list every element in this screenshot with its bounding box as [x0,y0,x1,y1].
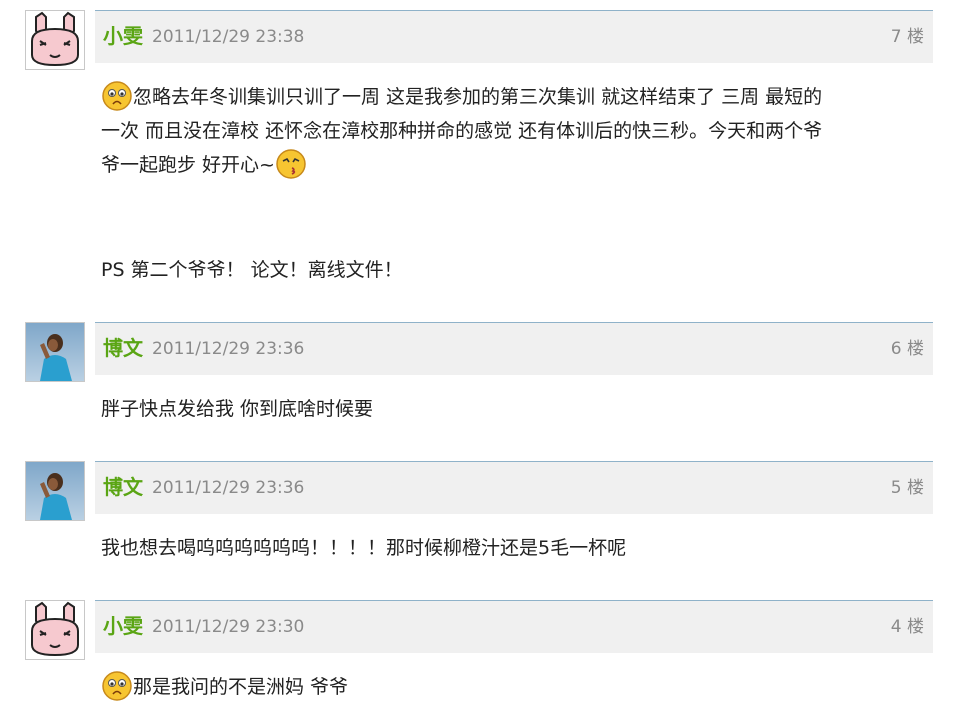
person-photo-icon [26,323,84,381]
comment-text: 那是我问的不是洲妈 爷爷 [133,676,349,698]
photo-avatar[interactable] [25,461,85,521]
rabbit-avatar[interactable] [25,600,85,660]
post-time: 2011/12/29 23:38 [152,27,305,47]
comment-body: 胖子快点发给我 你到底啥时候要 [101,392,921,426]
comment-body: 我也想去喝呜呜呜呜呜呜！！！！那时候柳橙汁还是5毛一杯呢 [101,531,921,565]
author-name[interactable]: 小雯 [103,614,143,638]
comment-text: 我也想去喝呜呜呜呜呜呜！！！！那时候柳橙汁还是5毛一杯呢 [101,537,627,559]
comment-text-line: 忽略去年冬训集训只训了一周 这是我参加的第三次集训 就这样结束了 三周 最短的 [133,86,823,108]
floor-number: 6 楼 [890,339,924,359]
author-name[interactable]: 博文 [103,475,143,499]
comment-header: 小雯 2011/12/29 23:38 7 楼 [95,10,933,63]
worried-emoji-icon [101,670,133,702]
post-time: 2011/12/29 23:36 [152,478,305,498]
photo-avatar[interactable] [25,322,85,382]
comment-text-line: 一次 而且没在漳校 还怀念在漳校那种拼命的感觉 还有体训后的快三秒。今天和两个爷 [101,120,823,142]
person-photo-icon [26,462,84,520]
post-time: 2011/12/29 23:36 [152,339,305,359]
comment-text-line: 爷一起跑步 好开心~ [101,154,275,176]
post-time: 2011/12/29 23:30 [152,617,305,637]
rabbit-icon [26,11,84,69]
worried-emoji-icon [101,80,133,112]
comment-body: 忽略去年冬训集训只训了一周 这是我参加的第三次集训 就这样结束了 三周 最短的 … [101,80,921,182]
rabbit-icon [26,601,84,659]
floor-number: 7 楼 [890,27,924,47]
floor-number: 5 楼 [890,478,924,498]
kiss-emoji-icon [275,148,307,180]
comment-body: 那是我问的不是洲妈 爷爷 [101,670,921,704]
comment-header: 小雯 2011/12/29 23:30 4 楼 [95,600,933,653]
author-name[interactable]: 小雯 [103,24,143,48]
comment-header: 博文 2011/12/29 23:36 6 楼 [95,322,933,375]
ps-text: PS 第二个爷爷！ 论文！离线文件！ [101,259,403,281]
rabbit-avatar[interactable] [25,10,85,70]
comment-text: 胖子快点发给我 你到底啥时候要 [101,398,374,420]
comment-ps: PS 第二个爷爷！ 论文！离线文件！ [101,253,921,287]
floor-number: 4 楼 [890,617,924,637]
comment-header: 博文 2011/12/29 23:36 5 楼 [95,461,933,514]
author-name[interactable]: 博文 [103,336,143,360]
